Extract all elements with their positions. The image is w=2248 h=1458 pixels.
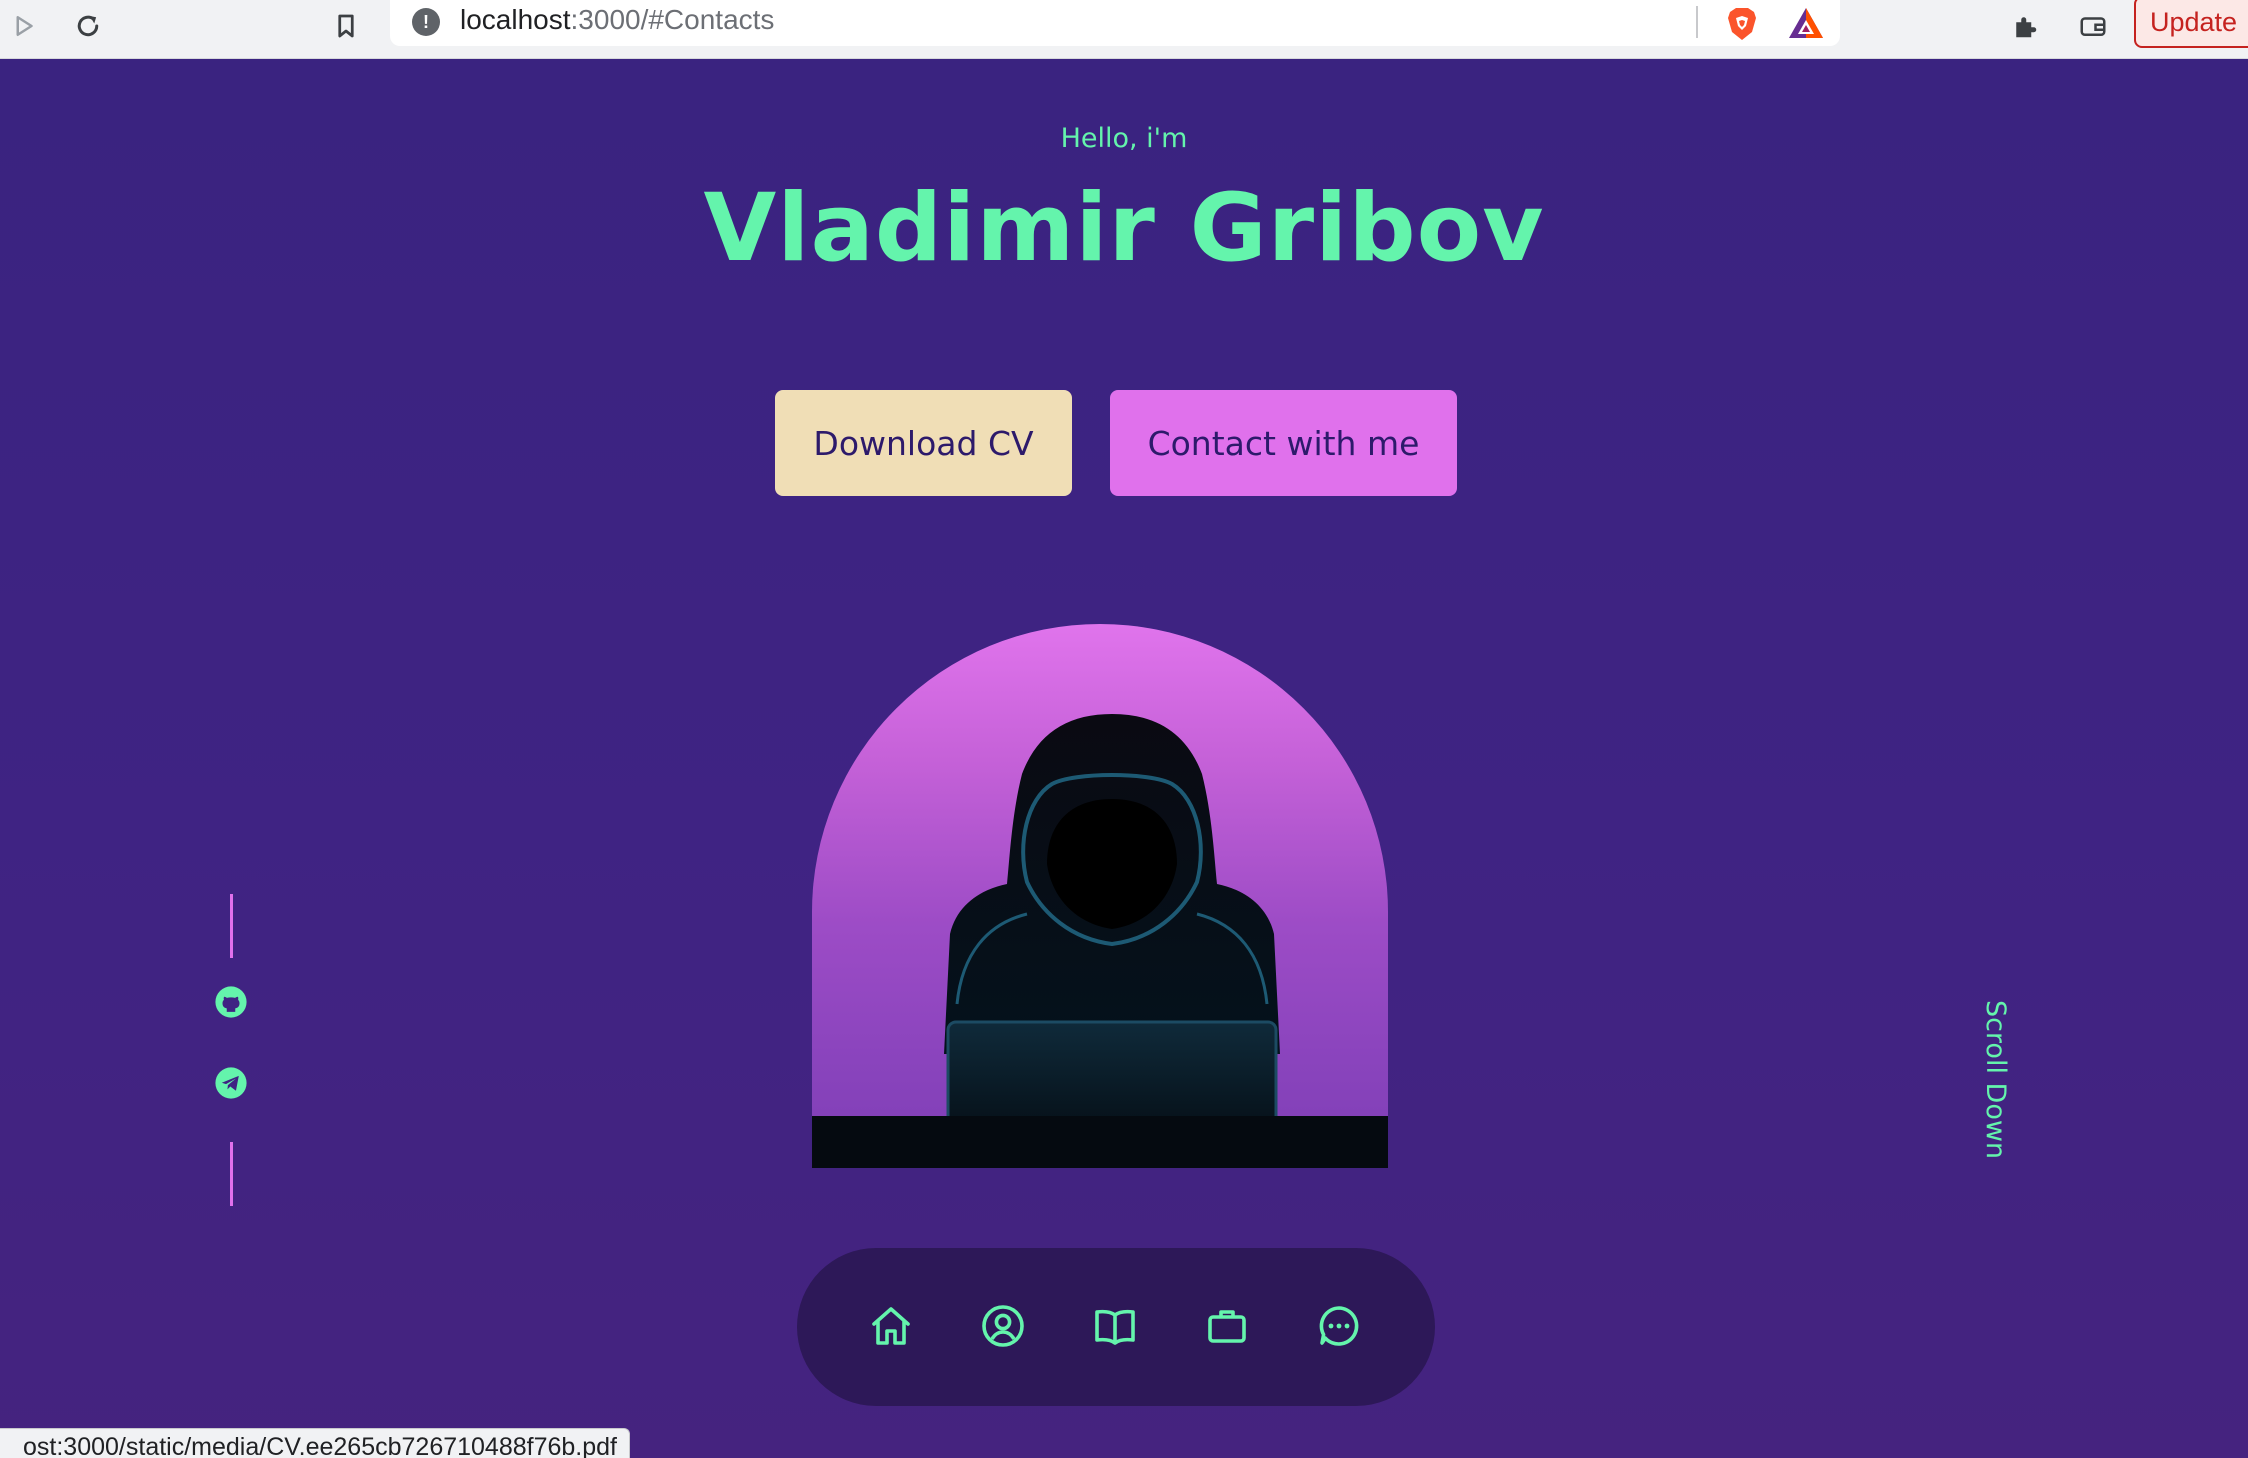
site-info-icon[interactable]: ! [412, 8, 440, 36]
brave-shield-icon[interactable] [1722, 4, 1762, 44]
reload-icon[interactable] [68, 6, 108, 46]
bookmark-icon[interactable] [326, 6, 366, 46]
status-bar: ost:3000/static/media/CV.ee265cb72671048… [0, 1428, 630, 1458]
url-text[interactable]: localhost:3000/#Contacts [460, 4, 774, 36]
book-icon[interactable] [1087, 1298, 1143, 1354]
user-icon[interactable] [975, 1298, 1031, 1354]
contact-button[interactable]: Contact with me [1110, 390, 1457, 496]
play-icon[interactable] [4, 6, 44, 46]
scroll-down-link[interactable]: Scroll Down [1966, 979, 2026, 1179]
update-button[interactable]: Update [2134, 0, 2248, 48]
greeting-text: Hello, i'm [1060, 123, 1188, 154]
download-cv-button[interactable]: Download CV [775, 390, 1072, 496]
bat-rewards-icon[interactable] [1786, 4, 1826, 44]
chat-icon[interactable] [1311, 1298, 1367, 1354]
browser-toolbar: ! localhost:3000/#Contacts Update [0, 0, 2248, 59]
wallet-icon[interactable] [2073, 6, 2113, 46]
address-divider [1696, 6, 1698, 38]
scroll-down-label: Scroll Down [1980, 999, 2012, 1159]
address-bar[interactable]: ! localhost:3000/#Contacts [390, 0, 1840, 46]
hero-section: Hello, i'm Vladimir Gribov Download CV C… [0, 59, 2248, 1458]
page-title: Vladimir Gribov [703, 174, 1545, 283]
home-icon[interactable] [863, 1298, 919, 1354]
status-link-text: ost:3000/static/media/CV.ee265cb72671048… [23, 1433, 617, 1458]
briefcase-icon[interactable] [1199, 1298, 1255, 1354]
social-divider-top [230, 894, 233, 958]
social-divider-bottom [230, 1142, 233, 1206]
github-icon[interactable] [214, 985, 248, 1019]
avatar [812, 624, 1388, 1168]
bottom-nav [797, 1248, 1435, 1406]
telegram-icon[interactable] [214, 1066, 248, 1100]
extensions-icon[interactable] [2005, 6, 2045, 46]
